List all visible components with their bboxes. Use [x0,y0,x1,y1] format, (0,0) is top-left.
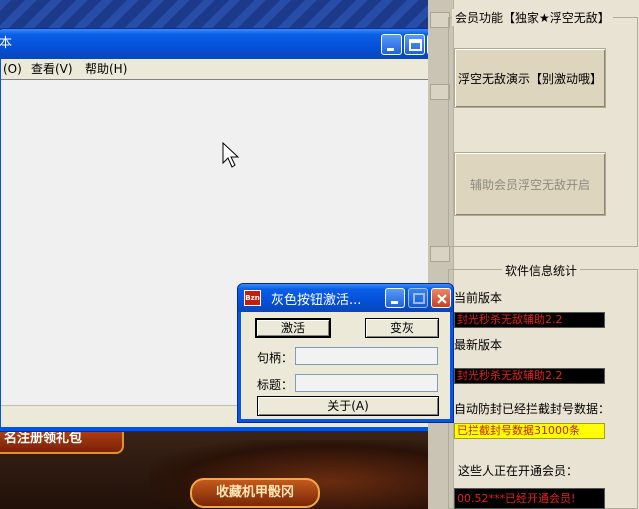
app-icon: Bzn [244,290,261,306]
dialog-close-button[interactable] [431,288,451,308]
gray-out-button[interactable]: 变灰 [365,318,439,338]
about-button[interactable]: 关于(A) [257,396,439,416]
dialog-title: 灰色按钮激活... [271,293,362,308]
menu-item-help[interactable]: 帮助(H) [85,59,127,79]
maximize-icon [413,293,425,304]
minimize-icon [387,48,394,51]
background-stripes [0,0,450,30]
dialog-minimize-button[interactable] [385,288,405,308]
handle-field[interactable] [295,347,438,365]
close-icon [437,294,447,304]
handle-label: 句柄： [257,351,294,365]
notepad-titlebar[interactable]: 本 [0,29,453,59]
latest-version-label: 最新版本 [454,338,503,352]
gray-button-activator-dialog: Bzn 灰色按钮激活... 激活 变灰 句柄： 标题： 关于(A) [237,283,454,423]
notepad-title: 本 [0,36,13,51]
latest-version-value: 封光秒杀无敌辅助2.2 [454,368,605,384]
dialog-body: 激活 变灰 句柄： 标题： 关于(A) [241,312,450,419]
mouse-cursor-icon [222,142,240,168]
opening-members-value: 00.52***已经开通会员! [454,488,605,509]
demo-button[interactable]: 浮空无敌演示【别激动哦】 [454,48,606,108]
menu-item-view[interactable]: 查看(V) [31,59,73,79]
strip-button[interactable] [430,12,450,28]
stats-group-label: 软件信息统计 [502,262,581,279]
assist-member-button[interactable]: 辅助会员浮空无敌开启 [454,152,606,216]
ban-intercept-value: 已拦截封号数据31000条 [454,423,605,439]
member-group-label: 会员功能【独家★浮空无敌】 [452,9,613,26]
strip-button[interactable] [430,246,450,262]
caption-field[interactable] [295,374,438,392]
ban-intercept-label: 自动防封已经拦截封号数据： [454,402,611,416]
notepad-menubar: (O) 查看(V) 帮助(H) [1,59,449,79]
collect-button[interactable]: 收藏机甲骰冈 [190,478,320,508]
activate-button[interactable]: 激活 [255,318,331,338]
menu-item-view-mode[interactable]: (O) [3,59,22,79]
helper-panel: 会员功能【独家★浮空无敌】 浮空无敌演示【别激动哦】 辅助会员浮空无敌开启 软件… [428,0,639,509]
minimize-button[interactable] [381,34,402,55]
current-version-label: 当前版本 [454,291,503,305]
current-version-value: 封光秒杀无敌辅助2.2 [454,312,605,328]
dialog-maximize-button[interactable] [408,288,428,308]
maximize-icon [409,39,422,51]
strip-button[interactable] [430,84,450,100]
dialog-titlebar[interactable]: Bzn 灰色按钮激活... [238,284,453,312]
minimize-icon [391,301,398,304]
opening-members-label: 这些人正在开通会员： [458,464,579,478]
maximize-button[interactable] [404,34,425,55]
caption-label: 标题： [257,378,294,392]
